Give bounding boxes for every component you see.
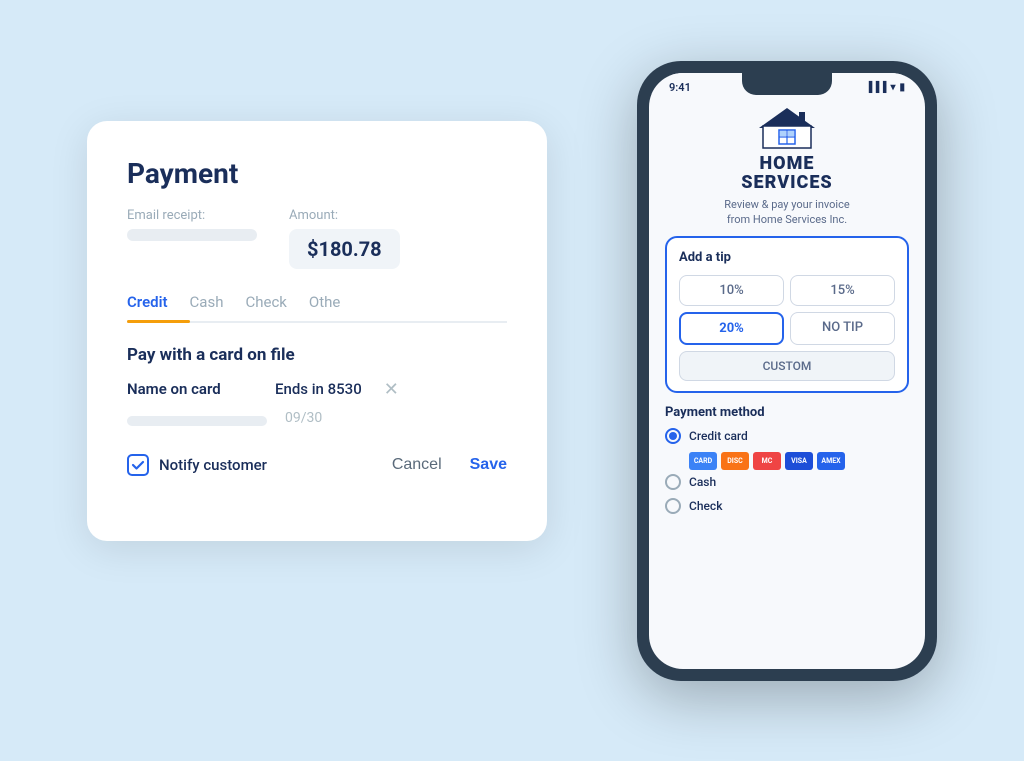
payment-card: Payment Email receipt: Amount: $180.78 C… (87, 121, 547, 541)
tip-title: Add a tip (679, 250, 895, 265)
phone-frame: 9:41 ▐▐▐ ▾ ▮ (637, 61, 937, 681)
radio-credit-inner (669, 432, 677, 440)
name-input-mock (127, 416, 267, 426)
card-icon-visa: VISA (785, 452, 813, 470)
tip-notip[interactable]: NO TIP (790, 312, 895, 345)
status-time: 9:41 (669, 81, 691, 94)
battery-icon: ▮ (899, 82, 905, 93)
radio-credit[interactable] (665, 428, 681, 444)
pay-section-title: Pay with a card on file (127, 345, 507, 365)
signal-icon: ▐▐▐ (865, 82, 886, 93)
tip-20[interactable]: 20% (679, 312, 784, 345)
card-icon-amex: AMEX (817, 452, 845, 470)
notify-checkbox[interactable] (127, 454, 149, 476)
pm-title: Payment method (665, 405, 909, 420)
house-logo (665, 106, 909, 150)
tip-10[interactable]: 10% (679, 275, 784, 306)
phone-content: HOMESERVICES Review & pay your invoicefr… (649, 94, 925, 669)
pm-credit-card[interactable]: Credit card (665, 428, 909, 444)
tip-grid: 10% 15% 20% NO TIP CUSTOM (679, 275, 895, 381)
brand-tagline: Review & pay your invoicefrom Home Servi… (665, 197, 909, 228)
tip-custom[interactable]: CUSTOM (679, 351, 895, 381)
tip-section: Add a tip 10% 15% 20% NO TIP CUSTOM (665, 236, 909, 393)
brand-header: HOMESERVICES Review & pay your invoicefr… (665, 94, 909, 236)
pm-credit-label: Credit card (689, 429, 748, 443)
card-name-label: Name on card (127, 380, 257, 398)
radio-check[interactable] (665, 498, 681, 514)
payment-title: Payment (127, 157, 507, 190)
close-icon[interactable]: ✕ (384, 379, 399, 400)
card-icon-discover: DISC (721, 452, 749, 470)
phone-inner: 9:41 ▐▐▐ ▾ ▮ (649, 73, 925, 669)
tab-cash[interactable]: Cash (190, 283, 246, 321)
tip-15[interactable]: 15% (790, 275, 895, 306)
card-icons-row: CARD DISC MC VISA AMEX (689, 452, 909, 470)
amount-value: $180.78 (289, 229, 400, 269)
email-input-mock (127, 229, 257, 241)
pm-cash[interactable]: Cash (665, 474, 909, 490)
notify-label: Notify customer (159, 456, 267, 474)
card-icon-mastercard: MC (753, 452, 781, 470)
tab-other[interactable]: Othe (309, 283, 362, 321)
phone-notch (742, 73, 832, 95)
tab-credit[interactable]: Credit (127, 283, 190, 321)
email-label: Email receipt: (127, 208, 257, 223)
cancel-button[interactable]: Cancel (392, 456, 442, 474)
payment-method-section: Payment method Credit card CARD DISC MC … (665, 405, 909, 522)
amount-label: Amount: (289, 208, 400, 223)
radio-cash[interactable] (665, 474, 681, 490)
save-button[interactable]: Save (470, 456, 507, 474)
pm-cash-label: Cash (689, 475, 716, 489)
card-name-row: Name on card Ends in 8530 ✕ (127, 379, 507, 400)
tab-check[interactable]: Check (245, 283, 308, 321)
payment-tabs: Credit Cash Check Othe (127, 283, 507, 323)
card-icon-generic: CARD (689, 452, 717, 470)
pm-check-label: Check (689, 499, 722, 513)
card-ends-value: Ends in 8530 (275, 380, 362, 398)
brand-name: HOMESERVICES (665, 154, 909, 194)
pm-check[interactable]: Check (665, 498, 909, 514)
wifi-icon: ▾ (890, 82, 895, 93)
expiry-value: 09/30 (285, 410, 322, 426)
status-icons: ▐▐▐ ▾ ▮ (865, 82, 905, 93)
notify-row: Notify customer Cancel Save (127, 454, 507, 476)
